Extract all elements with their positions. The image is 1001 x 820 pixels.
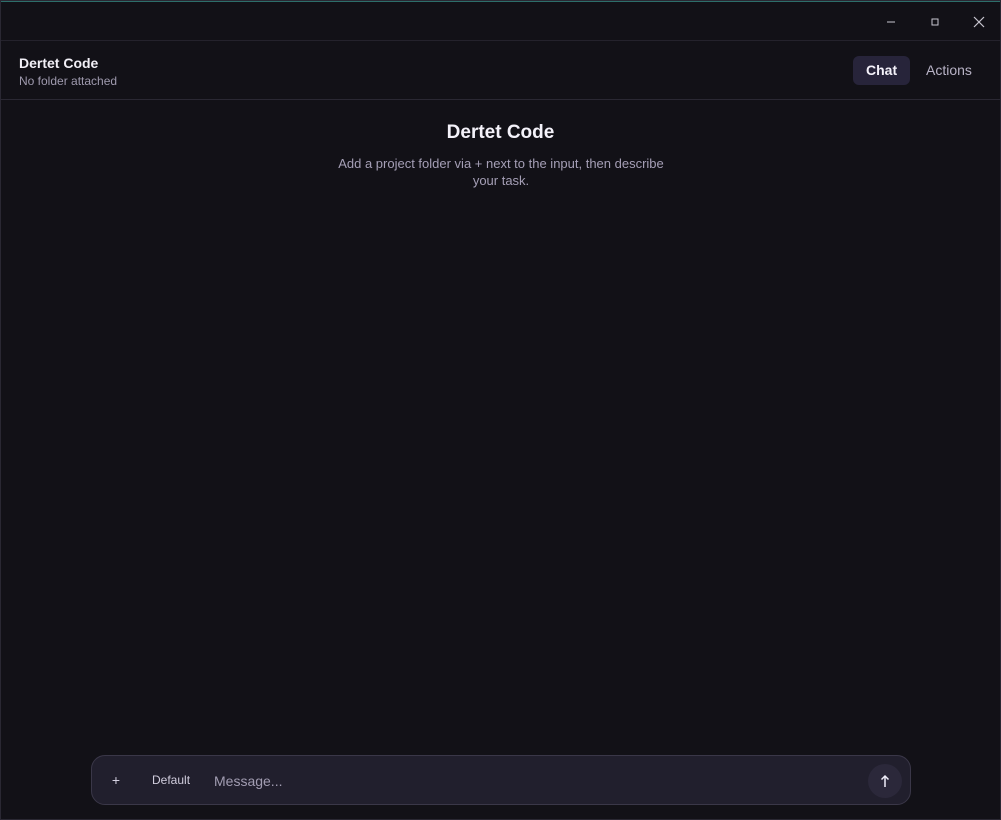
- folder-status: No folder attached: [19, 74, 118, 88]
- message-composer: + Default: [91, 755, 911, 805]
- close-button[interactable]: [957, 3, 1001, 40]
- maximize-button[interactable]: [913, 3, 957, 40]
- message-input[interactable]: [212, 766, 856, 796]
- tab-chat[interactable]: Chat: [853, 56, 911, 85]
- arrow-up-icon: [880, 774, 890, 787]
- title-bar: [1, 1, 1000, 40]
- attach-folder-button[interactable]: +: [104, 768, 128, 792]
- tab-actions[interactable]: Actions: [913, 56, 985, 85]
- maximize-icon: [931, 18, 939, 25]
- app-name: Dertet Code: [19, 55, 99, 71]
- mode-selector[interactable]: Default: [144, 768, 198, 792]
- chat-area: Dertet Code Add a project folder via + n…: [1, 100, 1000, 750]
- close-icon: [973, 16, 985, 27]
- minimize-icon: [887, 21, 895, 22]
- send-button[interactable]: [868, 764, 902, 798]
- minimize-button[interactable]: [869, 3, 913, 40]
- welcome-text: Add a project folder via + next to the i…: [338, 156, 664, 188]
- app-window: Dertet Code No folder attached Chat Acti…: [0, 0, 1001, 820]
- welcome-title: Dertet Code: [446, 122, 555, 143]
- app-header: Dertet Code No folder attached Chat Acti…: [1, 40, 1000, 100]
